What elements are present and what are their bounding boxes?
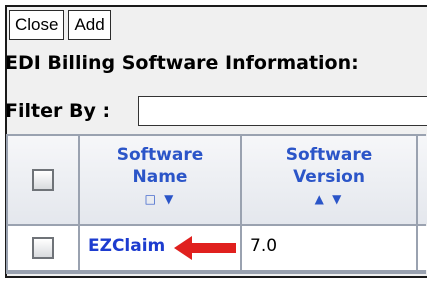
red-arrow-icon xyxy=(174,236,236,260)
table-row-next-cell xyxy=(418,226,427,270)
add-button[interactable]: Add xyxy=(68,10,111,40)
header-software-name-line2: Name xyxy=(132,167,188,187)
header-software-name-line1: Software xyxy=(116,145,204,165)
software-version-value: 7.0 xyxy=(250,236,278,256)
table-row-select-cell xyxy=(8,226,78,270)
header-next-column xyxy=(418,136,427,224)
header-software-version-line2: Version xyxy=(293,167,365,187)
filter-input[interactable] xyxy=(138,96,427,126)
header-software-version[interactable]: Software Version ▲ ▼ xyxy=(242,136,416,224)
software-table: Software Name □ ▼ Software Version ▲ ▼ E… xyxy=(6,134,427,274)
close-button[interactable]: Close xyxy=(9,10,65,40)
header-software-name[interactable]: Software Name □ ▼ xyxy=(80,136,240,224)
header-select-column xyxy=(8,136,78,224)
software-name-link[interactable]: EZClaim xyxy=(88,236,165,256)
select-all-checkbox[interactable] xyxy=(32,169,54,191)
header-software-version-line1: Software xyxy=(285,145,373,165)
page-title: EDI Billing Software Information: xyxy=(5,52,359,74)
table-row-version-cell: 7.0 xyxy=(242,226,416,270)
sort-name-icons[interactable]: □ ▼ xyxy=(80,188,240,210)
table-row-name-cell: EZClaim xyxy=(80,226,240,270)
row-checkbox[interactable] xyxy=(32,237,54,259)
toolbar: Close Add xyxy=(9,10,111,42)
filter-label: Filter By : xyxy=(5,100,111,122)
sort-version-icons[interactable]: ▲ ▼ xyxy=(242,188,416,210)
